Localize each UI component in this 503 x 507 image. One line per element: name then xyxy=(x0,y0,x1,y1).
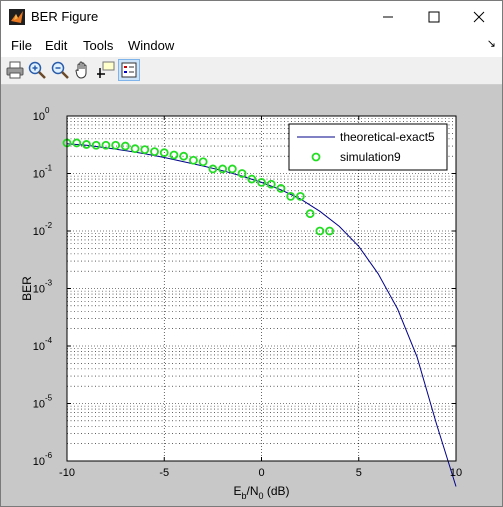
y-tick-label: 10 xyxy=(33,111,45,123)
y-tick-exponent: -4 xyxy=(45,336,53,345)
y-tick-label: 10 xyxy=(33,284,45,296)
legend[interactable]: theoretical-exact5 simulation9 xyxy=(288,123,448,171)
minimize-button[interactable] xyxy=(365,1,411,33)
y-tick-label: 10 xyxy=(33,456,45,468)
print-icon[interactable] xyxy=(5,60,25,80)
menu-bar: File Edit Tools Window ↘ xyxy=(1,33,502,57)
y-tick-exponent: -3 xyxy=(45,279,53,288)
y-tick-exponent: -5 xyxy=(45,394,53,403)
menu-tools[interactable]: Tools xyxy=(83,38,113,53)
dock-arrow-icon[interactable]: ↘ xyxy=(487,37,496,50)
pan-icon[interactable] xyxy=(73,60,93,80)
menu-window[interactable]: Window xyxy=(128,38,174,53)
legend-icon[interactable] xyxy=(118,59,140,81)
close-icon xyxy=(473,11,485,23)
window-title: BER Figure xyxy=(31,9,99,24)
x-tick-label: 5 xyxy=(356,467,362,479)
data-cursor-icon[interactable] xyxy=(96,60,116,80)
y-axis-label: BER xyxy=(20,276,34,301)
y-tick-label: 10 xyxy=(33,226,45,238)
title-bar[interactable]: BER Figure xyxy=(1,1,502,33)
y-tick-label: 10 xyxy=(33,399,45,411)
y-tick-exponent: -1 xyxy=(45,164,53,173)
maximize-icon xyxy=(428,11,440,23)
legend-entry-label: theoretical-exact5 xyxy=(340,130,435,144)
x-axis-label-part: /N xyxy=(247,484,259,498)
y-tick-label: 10 xyxy=(33,169,45,181)
toolbar xyxy=(1,57,502,85)
ber-chart: -10 -5 0 5 1010010-110-210-310-410-510-6 the… xyxy=(20,106,462,501)
y-tick-exponent: -6 xyxy=(45,451,53,460)
matlab-icon xyxy=(9,9,25,25)
x-tick-label: 10 xyxy=(450,467,462,479)
zoom-out-icon[interactable] xyxy=(50,60,70,80)
x-tick-label: -10 xyxy=(59,467,75,479)
menu-edit[interactable]: Edit xyxy=(45,38,67,53)
x-axis-label: Eb/N0 (dB) xyxy=(233,484,289,501)
minimize-icon xyxy=(383,16,393,18)
legend-entry-label: simulation9 xyxy=(340,150,401,164)
y-tick-exponent: 0 xyxy=(45,106,50,115)
y-tick-label: 10 xyxy=(33,341,45,353)
x-axis-label-part: (dB) xyxy=(264,484,290,498)
maximize-button[interactable] xyxy=(411,1,457,33)
x-axis-label-part: E xyxy=(233,484,241,498)
x-tick-label: -5 xyxy=(159,467,169,479)
close-button[interactable] xyxy=(456,1,502,33)
menu-file[interactable]: File xyxy=(11,38,32,53)
y-tick-exponent: -2 xyxy=(45,221,53,230)
zoom-in-icon[interactable] xyxy=(27,60,47,80)
x-tick-label: 0 xyxy=(258,467,264,479)
